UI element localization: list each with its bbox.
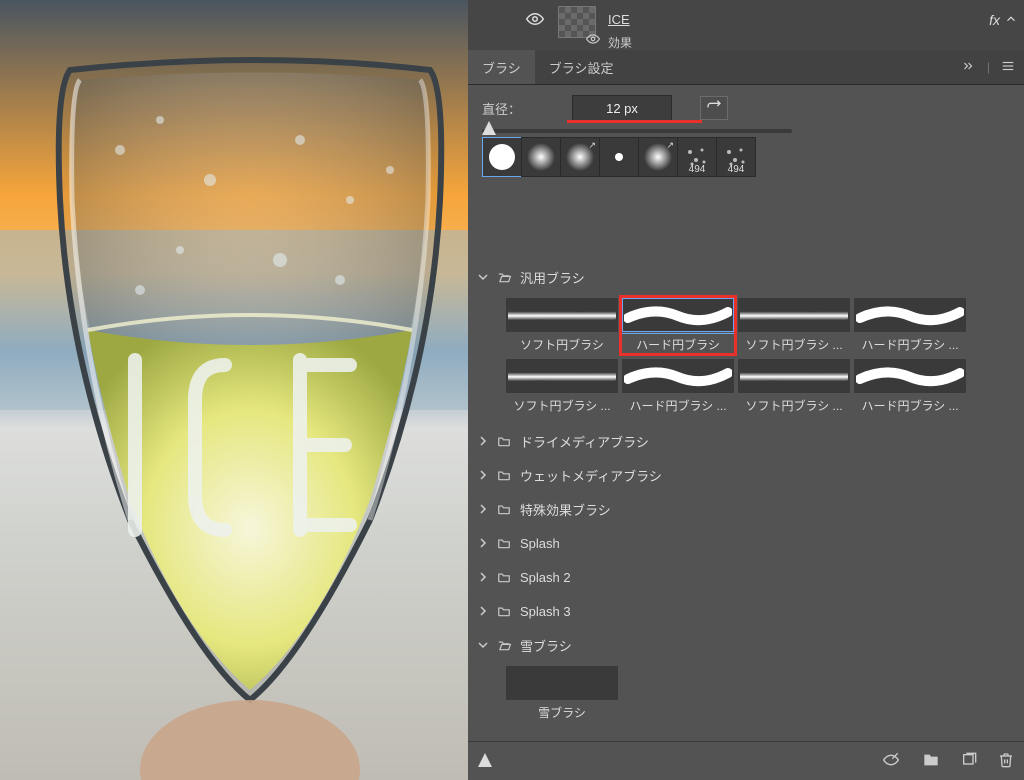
annotation-underline (567, 120, 702, 123)
visibility-icon[interactable] (586, 32, 600, 46)
folder-label: Splash (520, 536, 560, 551)
brush-tip[interactable]: ↗ (638, 137, 678, 177)
brush-tip[interactable]: 494 (677, 137, 717, 177)
tab-brush-settings[interactable]: ブラシ設定 (535, 50, 628, 84)
folder-label: 汎用ブラシ (520, 268, 585, 287)
layer-effects-label: 効果 (608, 34, 632, 51)
brush-stroke-preview (506, 298, 618, 332)
brush-preset[interactable]: ハード円ブラシ ... (854, 359, 966, 414)
tip-size-label: 494 (678, 164, 716, 175)
brush-folder[interactable]: 雪ブラシ (478, 628, 1014, 662)
brush-label: ソフト円ブラシ ... (506, 397, 618, 414)
brush-stroke-preview (854, 298, 966, 332)
brush-size-input[interactable] (572, 95, 672, 121)
brush-stroke-preview (738, 298, 850, 332)
brush-label: ソフト円ブラシ (506, 336, 618, 353)
tab-brushes[interactable]: ブラシ (468, 50, 535, 84)
pressure-icon: ↗ (588, 140, 596, 151)
folder-label: 特殊効果ブラシ (520, 500, 611, 519)
brush-preset[interactable]: ハード円ブラシ ... (622, 359, 734, 414)
chevron-right-icon (478, 468, 488, 483)
brush-preset[interactable]: ソフト円ブラシ ... (506, 359, 618, 414)
brush-tip[interactable] (521, 137, 561, 177)
brush-label: ハード円ブラシ ... (854, 336, 966, 353)
brush-size-slider[interactable] (482, 129, 792, 133)
folder-icon (496, 536, 512, 550)
brush-stroke-preview (854, 359, 966, 393)
folder-icon (496, 604, 512, 618)
brush-tree[interactable]: 汎用ブラシソフト円ブラシハード円ブラシソフト円ブラシ ...ハード円ブラシ ..… (468, 260, 1024, 740)
chevron-up-icon[interactable] (1004, 12, 1018, 29)
brush-folder[interactable]: ドライメディアブラシ (478, 424, 1014, 458)
brush-folder[interactable]: Splash (478, 526, 1014, 560)
brush-preset[interactable]: ソフト円ブラシ ... (738, 359, 850, 414)
chevron-down-icon (478, 270, 488, 285)
brush-stroke-preview (506, 359, 618, 393)
brush-label: ハード円ブラシ ... (622, 397, 734, 414)
chevron-right-icon (478, 502, 488, 517)
folder-label: 雪ブラシ (520, 636, 572, 655)
chevron-down-icon (478, 638, 488, 653)
chevron-right-icon (478, 536, 488, 551)
chevron-right-icon (478, 604, 488, 619)
brush-folder[interactable]: Splash 3 (478, 594, 1014, 628)
folder-icon (496, 270, 512, 284)
brush-preset[interactable]: ソフト円ブラシ (506, 298, 618, 353)
brush-tip[interactable] (482, 137, 522, 177)
delete-brush-icon[interactable] (998, 752, 1014, 771)
brush-folder[interactable]: Splash 2 (478, 560, 1014, 594)
folder-icon (496, 638, 512, 652)
brush-folder[interactable]: 汎用ブラシ (478, 260, 1014, 294)
flip-brush-button[interactable] (700, 96, 728, 120)
chevron-right-icon (478, 434, 488, 449)
tip-size-label: 494 (717, 164, 755, 175)
brush-preset[interactable]: ソフト円ブラシ ... (738, 298, 850, 353)
brush-stroke-preview (506, 666, 618, 700)
brush-stroke-preview (622, 359, 734, 393)
brush-folder[interactable]: ウェットメディアブラシ (478, 458, 1014, 492)
brush-preset[interactable]: ハード円ブラシ ... (854, 298, 966, 353)
brush-label: ソフト円ブラシ ... (738, 336, 850, 353)
expand-icon[interactable] (959, 59, 977, 76)
slider-thumb-icon[interactable] (482, 121, 496, 138)
folder-label: ドライメディアブラシ (520, 432, 649, 451)
brush-label: ハード円ブラシ ... (854, 397, 966, 414)
brush-panel: ブラシ ブラシ設定 | 直径： (468, 50, 1024, 780)
brush-tip-strip: ↗ ↗ 494494 (482, 137, 1010, 177)
layer-fx-label[interactable]: fx (989, 12, 1000, 28)
brush-stroke-preview (622, 298, 734, 332)
brush-preset[interactable]: 雪ブラシ (506, 666, 618, 721)
chevron-right-icon (478, 570, 488, 585)
panel-menu-icon[interactable] (1000, 59, 1016, 76)
live-preview-icon[interactable] (880, 752, 902, 771)
folder-label: Splash 3 (520, 604, 571, 619)
brush-tip[interactable] (599, 137, 639, 177)
folder-icon (496, 570, 512, 584)
brush-stroke-preview (738, 359, 850, 393)
brush-tip[interactable]: 494 (716, 137, 756, 177)
folder-label: Splash 2 (520, 570, 571, 585)
visibility-icon[interactable] (526, 10, 544, 28)
pressure-icon: ↗ (666, 140, 674, 151)
layer-name[interactable]: ICE (608, 12, 630, 27)
folder-label: ウェットメディアブラシ (520, 466, 662, 485)
brush-label: 雪ブラシ (506, 704, 618, 721)
folder-icon (496, 468, 512, 482)
brush-label: ソフト円ブラシ ... (738, 397, 850, 414)
slider-thumb-icon[interactable] (478, 753, 492, 770)
folder-icon (496, 434, 512, 448)
canvas-area[interactable] (0, 0, 468, 780)
brush-tip[interactable]: ↗ (560, 137, 600, 177)
layer-row[interactable]: ICE fx 効果 (468, 0, 1024, 51)
save-brush-folder-icon[interactable] (922, 752, 940, 771)
new-brush-icon[interactable] (960, 752, 978, 771)
folder-icon (496, 502, 512, 516)
brush-label: ハード円ブラシ (622, 336, 734, 353)
brush-folder[interactable]: 特殊効果ブラシ (478, 492, 1014, 526)
size-label: 直径： (482, 99, 562, 118)
brush-preset[interactable]: ハード円ブラシ (622, 298, 734, 353)
